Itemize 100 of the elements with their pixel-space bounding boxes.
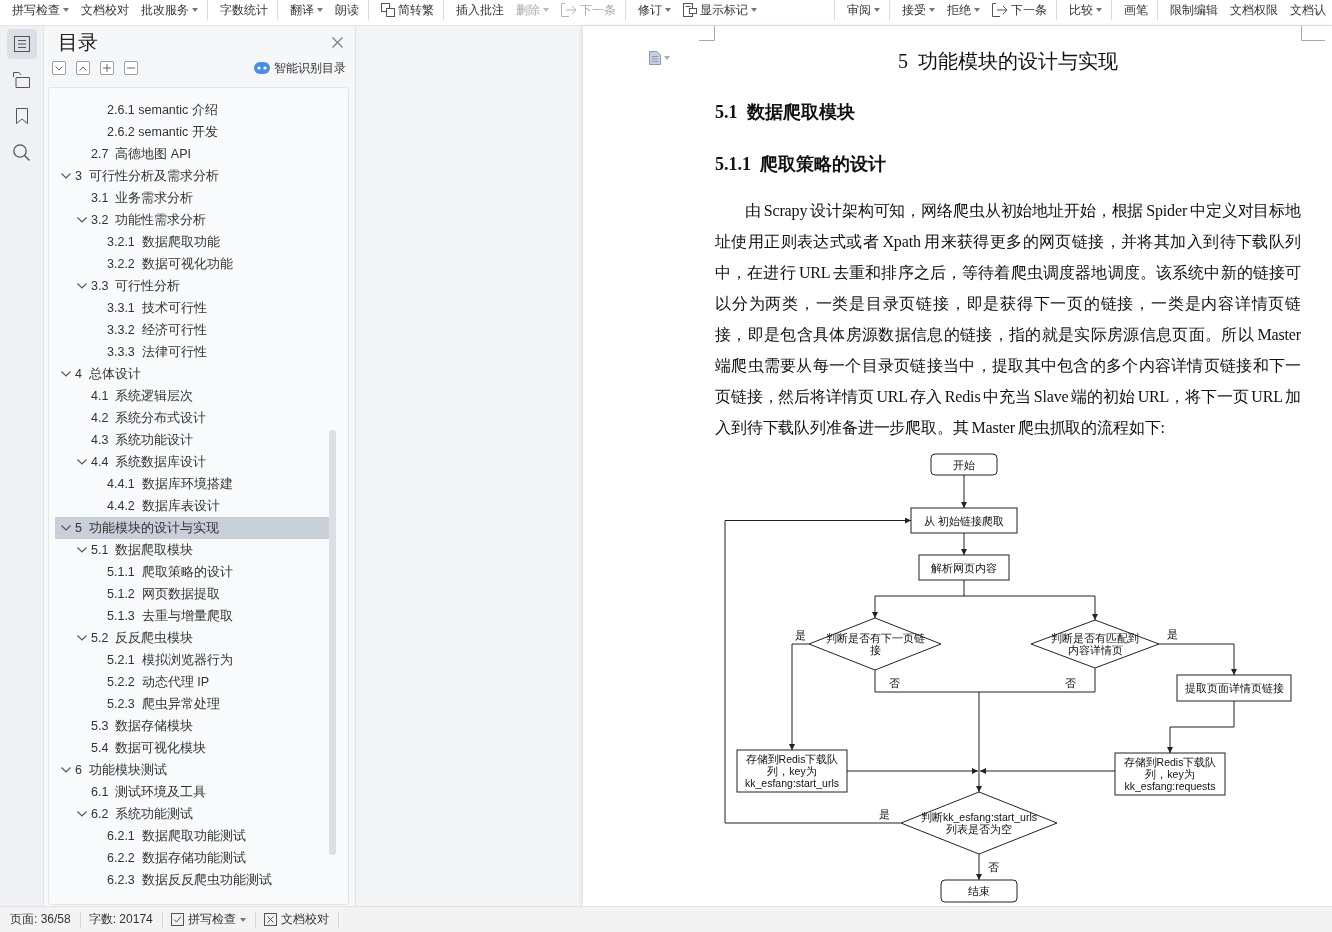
toc-item[interactable]: 4 总体设计 bbox=[55, 363, 330, 385]
toc-item[interactable]: 5.1.1 爬取策略的设计 bbox=[55, 561, 330, 583]
spell-check-button[interactable]: 拼写检查 bbox=[170, 911, 246, 928]
overlapping-squares-icon bbox=[381, 3, 395, 17]
caret-icon bbox=[929, 8, 935, 12]
arrow-box-icon bbox=[561, 3, 577, 17]
toc-item[interactable]: 5.4 数据可视化模块 bbox=[55, 737, 330, 759]
edge-label: 是 bbox=[879, 808, 890, 820]
caret-icon bbox=[239, 917, 246, 922]
toc-item[interactable]: 6 功能模块测试 bbox=[55, 759, 330, 781]
scrollbar[interactable] bbox=[329, 430, 336, 855]
proofread-button[interactable]: 文档校对 bbox=[263, 911, 329, 928]
toc-item[interactable]: 5.1.2 网页数据提取 bbox=[55, 583, 330, 605]
corner-mark-icon bbox=[699, 26, 715, 41]
toolbar-button[interactable]: 批改服务 bbox=[141, 2, 198, 18]
toc-item[interactable]: 3.2.1 数据爬取功能 bbox=[55, 231, 330, 253]
toc-item[interactable]: 5.2.3 爬虫异常处理 bbox=[55, 693, 330, 715]
toc-item[interactable]: 3.3.2 经济可行性 bbox=[55, 319, 330, 341]
corner-mark-icon bbox=[1301, 26, 1325, 41]
toc-item[interactable]: 5.3 数据存储模块 bbox=[55, 715, 330, 737]
collapse-level-button[interactable] bbox=[124, 61, 138, 75]
panel-title: 目录 bbox=[58, 30, 98, 54]
toc-item[interactable]: 6.2.1 数据爬取功能测试 bbox=[55, 825, 330, 847]
process-box: 提取页面详情页链接 bbox=[1176, 674, 1292, 702]
toc-item[interactable]: 4.4.1 数据库环境搭建 bbox=[55, 473, 330, 495]
toolbar-button[interactable]: 朗读 bbox=[335, 2, 359, 18]
chevron-down-icon[interactable] bbox=[77, 811, 87, 817]
connector-arrow bbox=[976, 853, 982, 881]
smart-toc-button[interactable]: 智能识别目录 bbox=[254, 59, 346, 77]
chevron-down-icon[interactable] bbox=[77, 635, 87, 641]
toolbar-button[interactable]: 文档认 bbox=[1290, 2, 1326, 18]
toc-item[interactable]: 6.2.3 数据反反爬虫功能测试 bbox=[55, 869, 330, 891]
decision-diamond: 判断是否有匹配到内容详情页 bbox=[1030, 619, 1160, 669]
toolbar-button[interactable]: 插入批注 bbox=[456, 2, 504, 18]
chevron-down-icon[interactable] bbox=[77, 459, 87, 465]
toc-item[interactable]: 2.6.1 semantic 介绍 bbox=[55, 99, 330, 121]
toc-item[interactable]: 2.7 高德地图 API bbox=[55, 143, 330, 165]
toolbar-button[interactable]: 字数统计 bbox=[220, 2, 268, 18]
toolbar-button[interactable]: 画笔 bbox=[1124, 2, 1148, 18]
process-box: 存储到Redis下载队列，key为kk_esfang:requests bbox=[1114, 752, 1226, 796]
expand-level-button[interactable] bbox=[100, 61, 114, 75]
caret-icon bbox=[543, 8, 549, 12]
paragraph-menu-button[interactable] bbox=[649, 51, 670, 65]
caret-icon bbox=[974, 8, 980, 12]
toc-item[interactable]: 5.2.1 模拟浏览器行为 bbox=[55, 649, 330, 671]
toc-item[interactable]: 5.1 数据爬取模块 bbox=[55, 539, 330, 561]
expand-all-button[interactable] bbox=[52, 61, 66, 75]
toolbar-button[interactable]: 接受 bbox=[902, 2, 935, 18]
checkbox-icon bbox=[170, 913, 184, 926]
toc-item[interactable]: 4.4 系统数据库设计 bbox=[55, 451, 330, 473]
close-button[interactable] bbox=[332, 36, 343, 48]
connector-arrow bbox=[961, 474, 967, 509]
page-count: 页面: 36/58 bbox=[10, 911, 71, 928]
toolbar-button[interactable]: 修订 bbox=[638, 2, 671, 18]
toolbar-button[interactable]: 审阅 bbox=[847, 2, 880, 18]
toc-item[interactable]: 2.6.2 semantic 开发 bbox=[55, 121, 330, 143]
chevron-down-icon[interactable] bbox=[61, 173, 71, 179]
robot-face-icon bbox=[254, 62, 270, 74]
toolbar-button[interactable]: 拒绝 bbox=[947, 2, 980, 18]
toolbar-button[interactable]: 简转繁 bbox=[381, 2, 434, 18]
toc-item[interactable]: 6.2.2 数据存储功能测试 bbox=[55, 847, 330, 869]
collapse-all-button[interactable] bbox=[76, 61, 90, 75]
toolbar-button[interactable]: 显示标记 bbox=[683, 2, 757, 18]
toolbar-button[interactable]: 限制编辑 bbox=[1170, 2, 1218, 18]
toc-item[interactable]: 3.1 业务需求分析 bbox=[55, 187, 330, 209]
toolbar-button[interactable]: 翻译 bbox=[290, 2, 323, 18]
toc-item[interactable]: 6.1 测试环境及工具 bbox=[55, 781, 330, 803]
toc-item[interactable]: 5.2.2 动态代理 IP bbox=[55, 671, 330, 693]
chevron-down-icon[interactable] bbox=[61, 525, 71, 531]
chevron-down-icon[interactable] bbox=[77, 283, 87, 289]
toc-item[interactable]: 3.3.1 技术可行性 bbox=[55, 297, 330, 319]
contents-tab[interactable] bbox=[6, 29, 37, 59]
toolbar-button[interactable]: 拼写检查 bbox=[12, 2, 69, 18]
toolbar-button[interactable]: 文档校对 bbox=[81, 2, 129, 18]
toc-item[interactable]: 4.3 系统功能设计 bbox=[55, 429, 330, 451]
toc-item[interactable]: 4.2 系统分布式设计 bbox=[55, 407, 330, 429]
toc-item[interactable]: 3.2.2 数据可视化功能 bbox=[55, 253, 330, 275]
edge-label: 否 bbox=[889, 677, 900, 689]
toc-item[interactable]: 3.2 功能性需求分析 bbox=[55, 209, 330, 231]
toc-item[interactable]: 3 可行性分析及需求分析 bbox=[55, 165, 330, 187]
chevron-down-icon[interactable] bbox=[77, 547, 87, 553]
toolbar-button[interactable]: 比较 bbox=[1069, 2, 1102, 18]
toc-item[interactable]: 5.1.3 去重与增量爬取 bbox=[55, 605, 330, 627]
toc-item[interactable]: 5 功能模块的设计与实现 bbox=[55, 517, 330, 539]
x-box-icon bbox=[263, 913, 277, 926]
caret-icon bbox=[192, 8, 198, 12]
toolbar-button[interactable]: 下一条 bbox=[992, 2, 1047, 18]
toolbar-button[interactable]: 文档权限 bbox=[1230, 2, 1278, 18]
toc-item[interactable]: 4.1 系统逻辑层次 bbox=[55, 385, 330, 407]
chevron-down-icon[interactable] bbox=[61, 767, 71, 773]
toc-item[interactable]: 3.3.3 法律可行性 bbox=[55, 341, 330, 363]
toc-item[interactable]: 4.4.2 数据库表设计 bbox=[55, 495, 330, 517]
toc-item[interactable]: 5.2 反反爬虫模块 bbox=[55, 627, 330, 649]
bookmark-icon bbox=[15, 108, 28, 124]
word-count: 字数: 20174 bbox=[88, 911, 153, 928]
toc-item[interactable]: 3.3 可行性分析 bbox=[55, 275, 330, 297]
chevron-down-icon[interactable] bbox=[77, 217, 87, 223]
chevron-down-icon[interactable] bbox=[61, 371, 71, 377]
toc-item[interactable]: 6.2 系统功能测试 bbox=[55, 803, 330, 825]
connector-arrow bbox=[961, 532, 967, 556]
